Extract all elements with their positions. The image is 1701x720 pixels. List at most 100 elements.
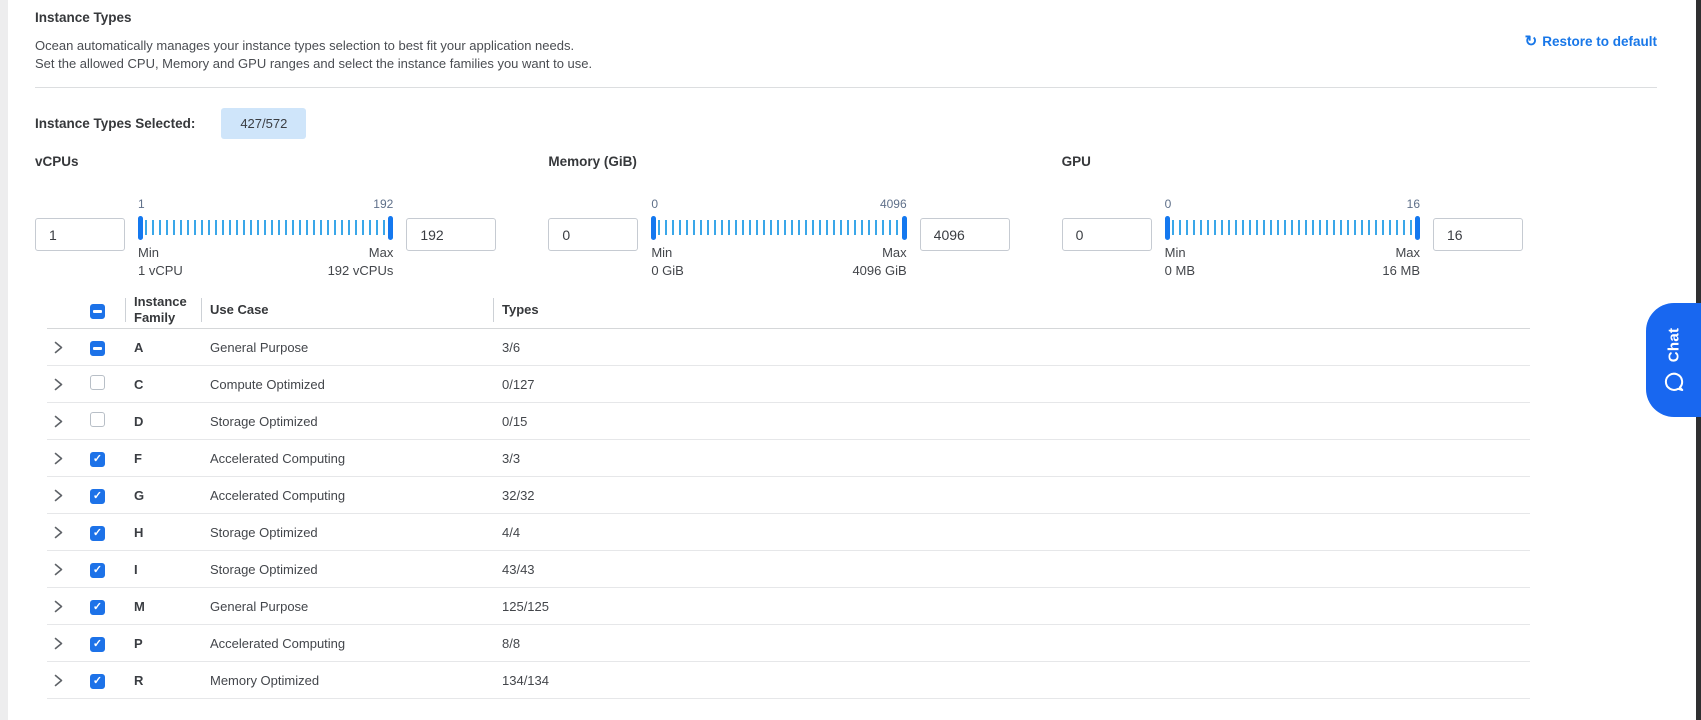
expand-row-button[interactable]	[47, 378, 90, 391]
max-value-input[interactable]	[920, 218, 1010, 251]
types-count-cell: 125/125	[493, 599, 1530, 614]
row-checkbox[interactable]	[90, 563, 105, 578]
expand-row-button[interactable]	[47, 600, 90, 613]
table-row: D Storage Optimized 0/15	[47, 403, 1530, 440]
row-checkbox[interactable]	[90, 412, 105, 427]
min-value-input[interactable]	[35, 218, 125, 251]
column-header-instance-family: Instance Family	[125, 294, 201, 325]
chevron-right-icon	[54, 415, 63, 428]
instance-family-cell: C	[125, 377, 201, 392]
slider-minmax-labels: Min Max	[138, 245, 393, 260]
types-count-cell: 0/127	[493, 377, 1530, 392]
chevron-right-icon	[54, 452, 63, 465]
expand-row-button[interactable]	[47, 563, 90, 576]
range-sliders: vCPUs 1 192 Min	[35, 154, 1523, 278]
max-label: Max	[369, 245, 394, 260]
select-all-checkbox[interactable]	[90, 304, 105, 319]
use-case-cell: Accelerated Computing	[201, 488, 493, 503]
expand-row-button[interactable]	[47, 674, 90, 687]
types-count-cell: 0/15	[493, 414, 1530, 429]
max-value-input[interactable]	[406, 218, 496, 251]
use-case-cell: Accelerated Computing	[201, 451, 493, 466]
slider-handle-max[interactable]	[1415, 216, 1420, 240]
slider-handle-min[interactable]	[138, 216, 143, 240]
slider-handle-min[interactable]	[651, 216, 656, 240]
min-value-input[interactable]	[548, 218, 638, 251]
instance-family-cell: F	[125, 451, 201, 466]
use-case-cell: Storage Optimized	[201, 525, 493, 540]
use-case-cell: Storage Optimized	[201, 414, 493, 429]
restore-label: Restore to default	[1542, 34, 1657, 49]
min-value-input[interactable]	[1062, 218, 1152, 251]
range-slider-track[interactable]	[651, 216, 906, 240]
row-checkbox[interactable]	[90, 674, 105, 689]
max-label: Max	[1395, 245, 1420, 260]
expand-row-button[interactable]	[47, 526, 90, 539]
max-label: Max	[882, 245, 907, 260]
types-count-cell: 134/134	[493, 673, 1530, 688]
expand-row-button[interactable]	[47, 341, 90, 354]
slider-title: GPU	[1062, 154, 1523, 169]
scale-min-label: 1	[138, 197, 145, 212]
expand-row-button[interactable]	[47, 452, 90, 465]
table-row: A General Purpose 3/6	[47, 329, 1530, 366]
section-header: Instance Types Ocean automatically manag…	[35, 0, 1657, 88]
slider-handle-min[interactable]	[1165, 216, 1170, 240]
chevron-right-icon	[54, 489, 63, 502]
slider-block: Memory (GiB) 0 4096	[548, 154, 1009, 278]
instance-family-cell: P	[125, 636, 201, 651]
instance-family-cell: H	[125, 525, 201, 540]
table-row: M General Purpose 125/125	[47, 588, 1530, 625]
min-value-label: 1 vCPU	[138, 263, 183, 278]
row-checkbox[interactable]	[90, 489, 105, 504]
table-header-row: Instance Family Use Case Types	[47, 292, 1530, 329]
selection-summary: Instance Types Selected: 427/572	[35, 108, 1701, 138]
types-count-cell: 4/4	[493, 525, 1530, 540]
selected-count-badge: 427/572	[221, 108, 306, 139]
page-title: Instance Types	[35, 10, 1657, 25]
slider-ticks	[1172, 220, 1413, 235]
table-row: H Storage Optimized 4/4	[47, 514, 1530, 551]
slider-scale-labels: 1 192	[138, 197, 393, 212]
chat-label: Chat	[1665, 328, 1682, 363]
instance-family-cell: D	[125, 414, 201, 429]
expand-row-button[interactable]	[47, 489, 90, 502]
chevron-right-icon	[54, 637, 63, 650]
description-line-1: Ocean automatically manages your instanc…	[35, 37, 1657, 55]
slider-scale-labels: 0 4096	[651, 197, 906, 212]
panel-left-edge	[0, 0, 8, 720]
instance-family-cell: I	[125, 562, 201, 577]
row-checkbox[interactable]	[90, 637, 105, 652]
min-value-label: 0 GiB	[651, 263, 684, 278]
restore-to-default-button[interactable]: ↻ Restore to default	[1525, 32, 1657, 50]
min-value-label: 0 MB	[1165, 263, 1195, 278]
slider-title: Memory (GiB)	[548, 154, 1009, 169]
min-label: Min	[651, 245, 672, 260]
use-case-cell: General Purpose	[201, 599, 493, 614]
row-checkbox[interactable]	[90, 526, 105, 541]
use-case-cell: Compute Optimized	[201, 377, 493, 392]
slider-minmax-labels: Min Max	[1165, 245, 1420, 260]
max-value-input[interactable]	[1433, 218, 1523, 251]
row-checkbox[interactable]	[90, 341, 105, 356]
range-slider-track[interactable]	[1165, 216, 1420, 240]
slider-value-labels: 0 MB 16 MB	[1165, 263, 1420, 278]
instance-family-cell: A	[125, 340, 201, 355]
scale-max-label: 16	[1407, 197, 1420, 212]
expand-row-button[interactable]	[47, 637, 90, 650]
slider-handle-max[interactable]	[388, 216, 393, 240]
row-checkbox[interactable]	[90, 600, 105, 615]
table-row: I Storage Optimized 43/43	[47, 551, 1530, 588]
chevron-right-icon	[54, 674, 63, 687]
chat-widget-button[interactable]: Chat	[1646, 303, 1701, 417]
row-checkbox[interactable]	[90, 375, 105, 390]
slider-handle-max[interactable]	[902, 216, 907, 240]
range-slider-track[interactable]	[138, 216, 393, 240]
max-value-label: 192 vCPUs	[328, 263, 394, 278]
use-case-cell: Storage Optimized	[201, 562, 493, 577]
expand-row-button[interactable]	[47, 415, 90, 428]
table-row: R Memory Optimized 134/134	[47, 662, 1530, 699]
slider-scale-labels: 0 16	[1165, 197, 1420, 212]
table-row: F Accelerated Computing 3/3	[47, 440, 1530, 477]
row-checkbox[interactable]	[90, 452, 105, 467]
